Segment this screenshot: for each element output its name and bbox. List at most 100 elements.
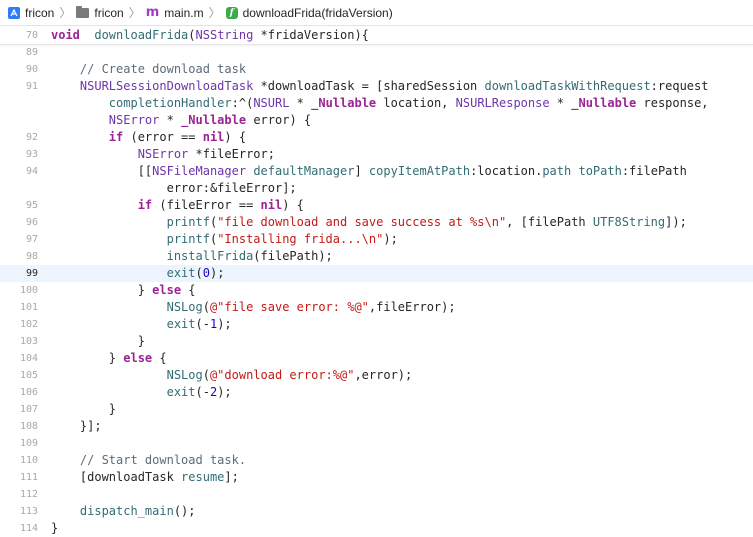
code-line[interactable]: 99 exit(0); bbox=[0, 265, 753, 282]
code-token: } bbox=[51, 402, 117, 416]
code-line[interactable]: 98 installFrida(filePath); bbox=[0, 248, 753, 265]
code-line[interactable]: 96 printf("file download and save succes… bbox=[0, 214, 753, 231]
code-line[interactable]: 114} bbox=[0, 520, 753, 537]
code-token: defaultManager bbox=[253, 164, 355, 178]
code-line[interactable]: 89 bbox=[0, 44, 753, 61]
code-line[interactable]: 97 printf("Installing frida...\n"); bbox=[0, 231, 753, 248]
code-text: // Start download task. bbox=[51, 452, 246, 469]
code-token: printf bbox=[166, 215, 210, 229]
code-token: if bbox=[137, 198, 153, 212]
code-line[interactable]: 104 } else { bbox=[0, 350, 753, 367]
code-token: :filePath bbox=[621, 164, 687, 178]
code-line[interactable]: 106 exit(-2); bbox=[0, 384, 753, 401]
line-number: 105 bbox=[19, 370, 38, 381]
code-token: 0 bbox=[202, 266, 210, 280]
code-text: completionHandler:^(NSURL * _Nullable lo… bbox=[51, 95, 709, 112]
code-line[interactable]: 70 void downloadFrida(NSString *fridaVers… bbox=[0, 27, 753, 45]
code-token: @"download error:%@" bbox=[209, 368, 355, 382]
code-line[interactable]: 93 NSError *fileError; bbox=[0, 146, 753, 163]
code-line[interactable]: 94 [[NSFileManager defaultManager] copyI… bbox=[0, 163, 753, 180]
code-text: NSURLSessionDownloadTask *downloadTask =… bbox=[51, 78, 709, 95]
code-token: ] bbox=[354, 164, 369, 178]
line-number: 106 bbox=[19, 387, 38, 398]
code-line[interactable]: 90 // Create download task bbox=[0, 61, 753, 78]
code-token: { bbox=[181, 283, 196, 297]
code-token: toPath bbox=[578, 164, 622, 178]
breadcrumb-symbol[interactable]: f downloadFrida(fridaVersion) bbox=[225, 5, 393, 20]
code-line[interactable]: 101 NSLog(@"file save error: %@",fileErr… bbox=[0, 299, 753, 316]
code-line[interactable]: NSError * _Nullable error) { bbox=[0, 112, 753, 129]
xcode-project-icon bbox=[8, 6, 20, 19]
code-token: if bbox=[108, 130, 124, 144]
code-token: location, bbox=[376, 96, 456, 110]
code-text: } else { bbox=[51, 350, 167, 367]
line-number: 93 bbox=[25, 149, 38, 160]
code-text: exit(-2); bbox=[51, 384, 232, 401]
line-number bbox=[0, 112, 38, 129]
code-line[interactable]: 91 NSURLSessionDownloadTask *downloadTas… bbox=[0, 78, 753, 95]
code-token: }]; bbox=[51, 419, 102, 433]
code-token: :^( bbox=[231, 96, 254, 110]
code-line[interactable]: 109 bbox=[0, 435, 753, 452]
folder-icon bbox=[76, 5, 90, 18]
code-token: NSURL bbox=[253, 96, 290, 110]
line-number: 94 bbox=[25, 166, 38, 177]
code-token: nil bbox=[202, 130, 225, 144]
code-token: exit bbox=[166, 385, 196, 399]
code-token: (filePath); bbox=[253, 249, 333, 263]
code-token: (- bbox=[195, 317, 210, 331]
code-line[interactable]: 113 dispatch_main(); bbox=[0, 503, 753, 520]
breadcrumb-symbol-label: downloadFrida(fridaVersion) bbox=[242, 5, 393, 20]
code-line[interactable]: 102 exit(-1); bbox=[0, 316, 753, 333]
breadcrumb-project[interactable]: fricon bbox=[8, 6, 54, 20]
code-text: // Create download task bbox=[51, 61, 246, 78]
code-line[interactable]: 100 } else { bbox=[0, 282, 753, 299]
code-token: UTF8String bbox=[592, 215, 666, 229]
code-token: NSString bbox=[195, 28, 254, 42]
line-number: 112 bbox=[19, 489, 38, 500]
code-line[interactable]: 110 // Start download task. bbox=[0, 452, 753, 469]
code-token: ); bbox=[217, 317, 232, 331]
breadcrumb-folder[interactable]: fricon bbox=[76, 5, 124, 20]
code-token: _Nullable bbox=[311, 96, 377, 110]
code-line[interactable]: 95 if (fileError == nil) { bbox=[0, 197, 753, 214]
code-token: ,error); bbox=[354, 368, 413, 382]
code-editor[interactable]: 70 void downloadFrida(NSString *fridaVers… bbox=[0, 27, 753, 537]
code-token: _Nullable bbox=[181, 113, 247, 127]
code-token: ); bbox=[209, 266, 225, 280]
code-line[interactable]: 108 }]; bbox=[0, 418, 753, 435]
line-number: 95 bbox=[25, 200, 38, 211]
line-number: 90 bbox=[25, 64, 38, 75]
code-token: { bbox=[152, 351, 167, 365]
chevron-right-icon: 〉 bbox=[208, 6, 221, 20]
breadcrumb-file[interactable]: m main.m bbox=[146, 5, 204, 20]
code-token: NSURLResponse bbox=[455, 96, 550, 110]
code-text: printf("file download and save success a… bbox=[51, 214, 687, 231]
line-number: 92 bbox=[25, 132, 38, 143]
code-line[interactable]: completionHandler:^(NSURL * _Nullable lo… bbox=[0, 95, 753, 112]
code-line[interactable]: 112 bbox=[0, 486, 753, 503]
code-line[interactable]: 105 NSLog(@"download error:%@",error); bbox=[0, 367, 753, 384]
code-text: NSError *fileError; bbox=[51, 146, 275, 163]
code-token: copyItemAtPath bbox=[368, 164, 471, 178]
code-line[interactable]: 103 } bbox=[0, 333, 753, 350]
code-line[interactable]: 92 if (error == nil) { bbox=[0, 129, 753, 146]
code-token: ( bbox=[188, 28, 196, 42]
code-token: response, bbox=[636, 96, 709, 110]
code-token: NSLog bbox=[166, 368, 203, 382]
code-token: ) { bbox=[224, 130, 247, 144]
code-token: * bbox=[289, 96, 312, 110]
line-number: 109 bbox=[19, 438, 38, 449]
code-line[interactable]: error:&fileError]; bbox=[0, 180, 753, 197]
code-line[interactable]: 111 [downloadTask resume]; bbox=[0, 469, 753, 486]
code-line[interactable]: 107 } bbox=[0, 401, 753, 418]
line-number bbox=[0, 95, 38, 112]
line-number: 100 bbox=[19, 285, 38, 296]
